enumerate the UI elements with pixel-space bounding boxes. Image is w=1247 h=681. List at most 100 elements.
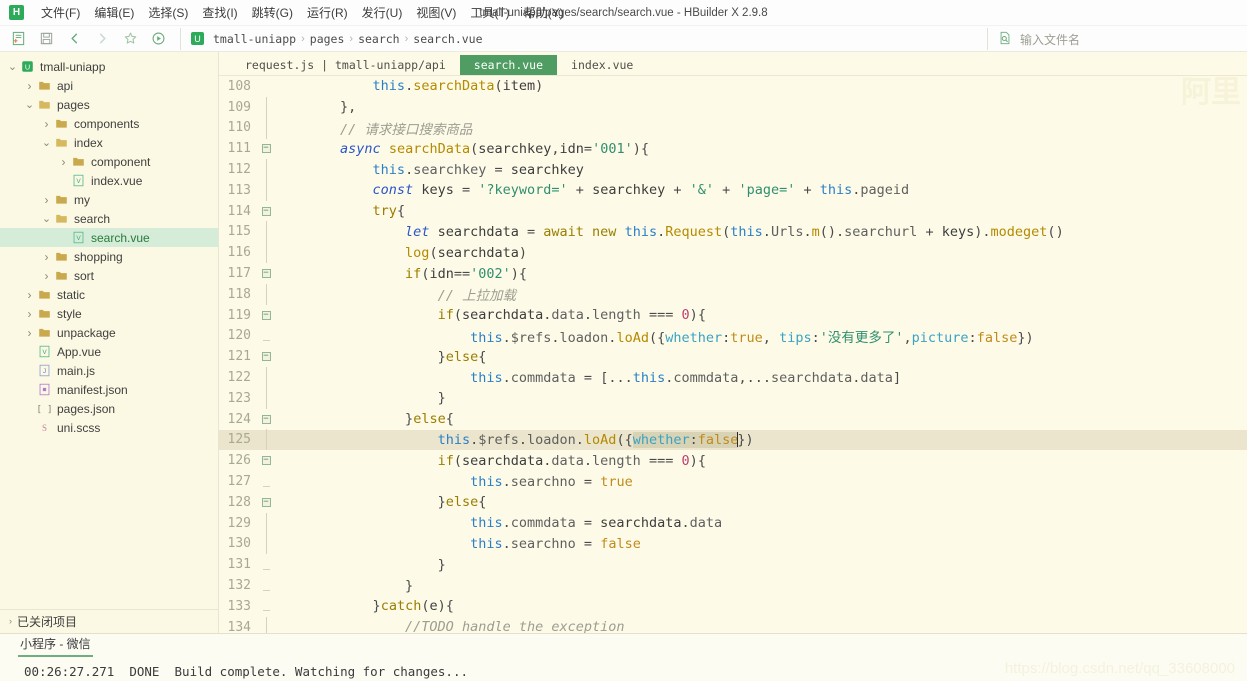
code-line[interactable]: 115 let searchdata = await new this.Requ… [219,221,1247,243]
chevron-down-icon[interactable]: ⌄ [23,99,36,110]
code-line[interactable]: 132 } [219,575,1247,596]
run-icon[interactable] [144,28,172,50]
code-line[interactable]: 122 this.commdata = [...this.commdata,..… [219,367,1247,389]
fold-toggle-icon[interactable]: − [257,497,275,507]
code-line[interactable]: 120 this.$refs.loadon.loAd({whether:true… [219,326,1247,347]
chevron-right-icon[interactable]: › [23,80,36,92]
code-line[interactable]: 110 // 请求接口搜索商品 [219,117,1247,139]
code-line[interactable]: 114− try{ [219,201,1247,222]
tree-item-main-js[interactable]: Jmain.js [0,361,218,380]
filename-search-placeholder: 输入文件名 [1020,32,1081,47]
code-line[interactable]: 109 }, [219,96,1247,118]
menu-view[interactable]: 视图(V) [409,1,463,24]
code-line[interactable]: 119− if(searchdata.data.length === 0){ [219,305,1247,326]
code-line[interactable]: 113 const keys = '?keyword=' + searchkey… [219,179,1247,201]
breadcrumb-item[interactable]: search.vue [410,31,485,47]
chevron-right-icon[interactable]: › [40,251,53,263]
breadcrumb-item[interactable]: search [355,31,403,47]
chevron-right-icon[interactable]: › [23,327,36,339]
tree-item-pages-json[interactable]: [ ] pages.json [0,399,218,418]
code-line[interactable]: 130 this.searchno = false [219,533,1247,555]
code-line[interactable]: 125 this.$refs.loadon.loAd({whether:fals… [219,429,1247,451]
filename-search-box[interactable]: 输入文件名 [987,28,1247,50]
tab-index-vue[interactable]: index.vue [557,55,647,75]
tree-item-shopping[interactable]: › shopping [0,247,218,266]
chevron-down-icon[interactable]: ⌄ [40,137,53,148]
tree-item-component[interactable]: › component [0,152,218,171]
menu-find[interactable]: 查找(I) [195,1,244,24]
chevron-right-icon[interactable]: › [40,194,53,206]
menu-goto[interactable]: 跳转(G) [245,1,300,24]
menu-help[interactable]: 帮助(Y) [517,1,571,24]
breadcrumb-item[interactable]: tmall-uniapp [210,31,299,47]
code-line[interactable]: 112 this.searchkey = searchkey [219,159,1247,181]
code-line[interactable]: 123 } [219,387,1247,409]
chevron-right-icon[interactable]: › [23,289,36,301]
chevron-right-icon[interactable]: › [40,118,53,130]
code-line[interactable]: 127 this.searchno = true [219,471,1247,492]
code-lines[interactable]: 108 this.searchData(item) 109 }, 110 // 请求… [219,76,1247,633]
tab-search-vue[interactable]: search.vue [459,55,558,75]
chevron-right-icon[interactable]: › [23,308,36,320]
menu-edit[interactable]: 编辑(E) [87,1,141,24]
tree-item-static[interactable]: › static [0,285,218,304]
tree-item-sort[interactable]: › sort [0,266,218,285]
tree-item-app-vue[interactable]: V App.vue [0,342,218,361]
tree-item-tmall-uniapp[interactable]: ⌄ Utmall-uniapp [0,57,218,76]
breadcrumb-item[interactable]: pages [307,31,348,47]
code-text: this.commdata = [...this.commdata,...sea… [470,369,902,386]
fold-toggle-icon[interactable]: − [257,414,275,424]
code-line[interactable]: 117− if(idn=='002'){ [219,263,1247,284]
chevron-down-icon[interactable]: ⌄ [6,61,19,72]
menu-file[interactable]: 文件(F) [34,1,87,24]
tree-item-pages[interactable]: ⌄ pages [0,95,218,114]
code-line[interactable]: 111− async searchData(searchkey,idn='001… [219,138,1247,159]
code-line[interactable]: 126− if(searchdata.data.length === 0){ [219,450,1247,471]
menu-run[interactable]: 运行(R) [300,1,355,24]
chevron-right-icon[interactable]: › [40,270,53,282]
code-line[interactable]: 108 this.searchData(item) [219,76,1247,97]
tree-item-manifest-json[interactable]: manifest.json [0,380,218,399]
save-icon[interactable] [32,28,60,50]
chevron-down-icon[interactable]: ⌄ [40,213,53,224]
code-line[interactable]: 131 } [219,554,1247,575]
tree-item-unpackage[interactable]: › unpackage [0,323,218,342]
tab-request-js[interactable]: request.js | tmall-uniapp/api [231,55,460,75]
back-icon[interactable] [60,28,88,50]
fold-toggle-icon[interactable]: − [257,269,275,279]
panel-tab-mp-weixin[interactable]: 小程序 - 微信 [18,633,93,657]
fold-toggle-icon[interactable]: − [257,206,275,216]
fold-toggle-icon[interactable]: − [257,310,275,320]
forward-icon[interactable] [88,28,116,50]
code-line[interactable]: 129 this.commdata = searchdata.data [219,512,1247,534]
code-line[interactable]: 133 }catch(e){ [219,596,1247,617]
star-icon[interactable] [116,28,144,50]
menu-select[interactable]: 选择(S) [141,1,195,24]
new-file-icon[interactable] [4,28,32,50]
code-line[interactable]: 121− }else{ [219,346,1247,367]
tree-item-style[interactable]: › style [0,304,218,323]
code-line[interactable]: 116 log(searchdata) [219,242,1247,264]
fold-toggle-icon[interactable]: − [257,352,275,362]
tree-item-search-vue[interactable]: Vsearch.vue [0,228,218,247]
menu-tools[interactable]: 工具(T) [463,1,516,24]
code-line[interactable]: 134 //TODO handle the exception [219,616,1247,633]
fold-toggle-icon[interactable]: − [257,456,275,466]
menu-publish[interactable]: 发行(U) [355,1,410,24]
json-b-icon: [ ] [36,402,53,415]
tree-item-index-vue[interactable]: Vindex.vue [0,171,218,190]
code-line[interactable]: 128− }else{ [219,492,1247,513]
tree-item-components[interactable]: › components [0,114,218,133]
tree-item-uni-scss[interactable]: Suni.scss [0,418,218,437]
chevron-right-icon[interactable]: › [57,156,70,168]
code-area[interactable]: 阿里 108 this.searchData(item) 109 }, 110 //… [219,76,1247,633]
fold-toggle-icon[interactable]: − [257,144,275,154]
tree-item-my[interactable]: › my [0,190,218,209]
tree-item-api[interactable]: › api [0,76,218,95]
code-line[interactable]: 118 // 上拉加载 [219,283,1247,305]
line-number: 113 [227,182,251,198]
code-line[interactable]: 124− }else{ [219,409,1247,430]
tree-item-search[interactable]: ⌄ search [0,209,218,228]
closed-projects-row[interactable]: › 已关闭项目 [0,609,218,633]
tree-item-index[interactable]: ⌄ index [0,133,218,152]
